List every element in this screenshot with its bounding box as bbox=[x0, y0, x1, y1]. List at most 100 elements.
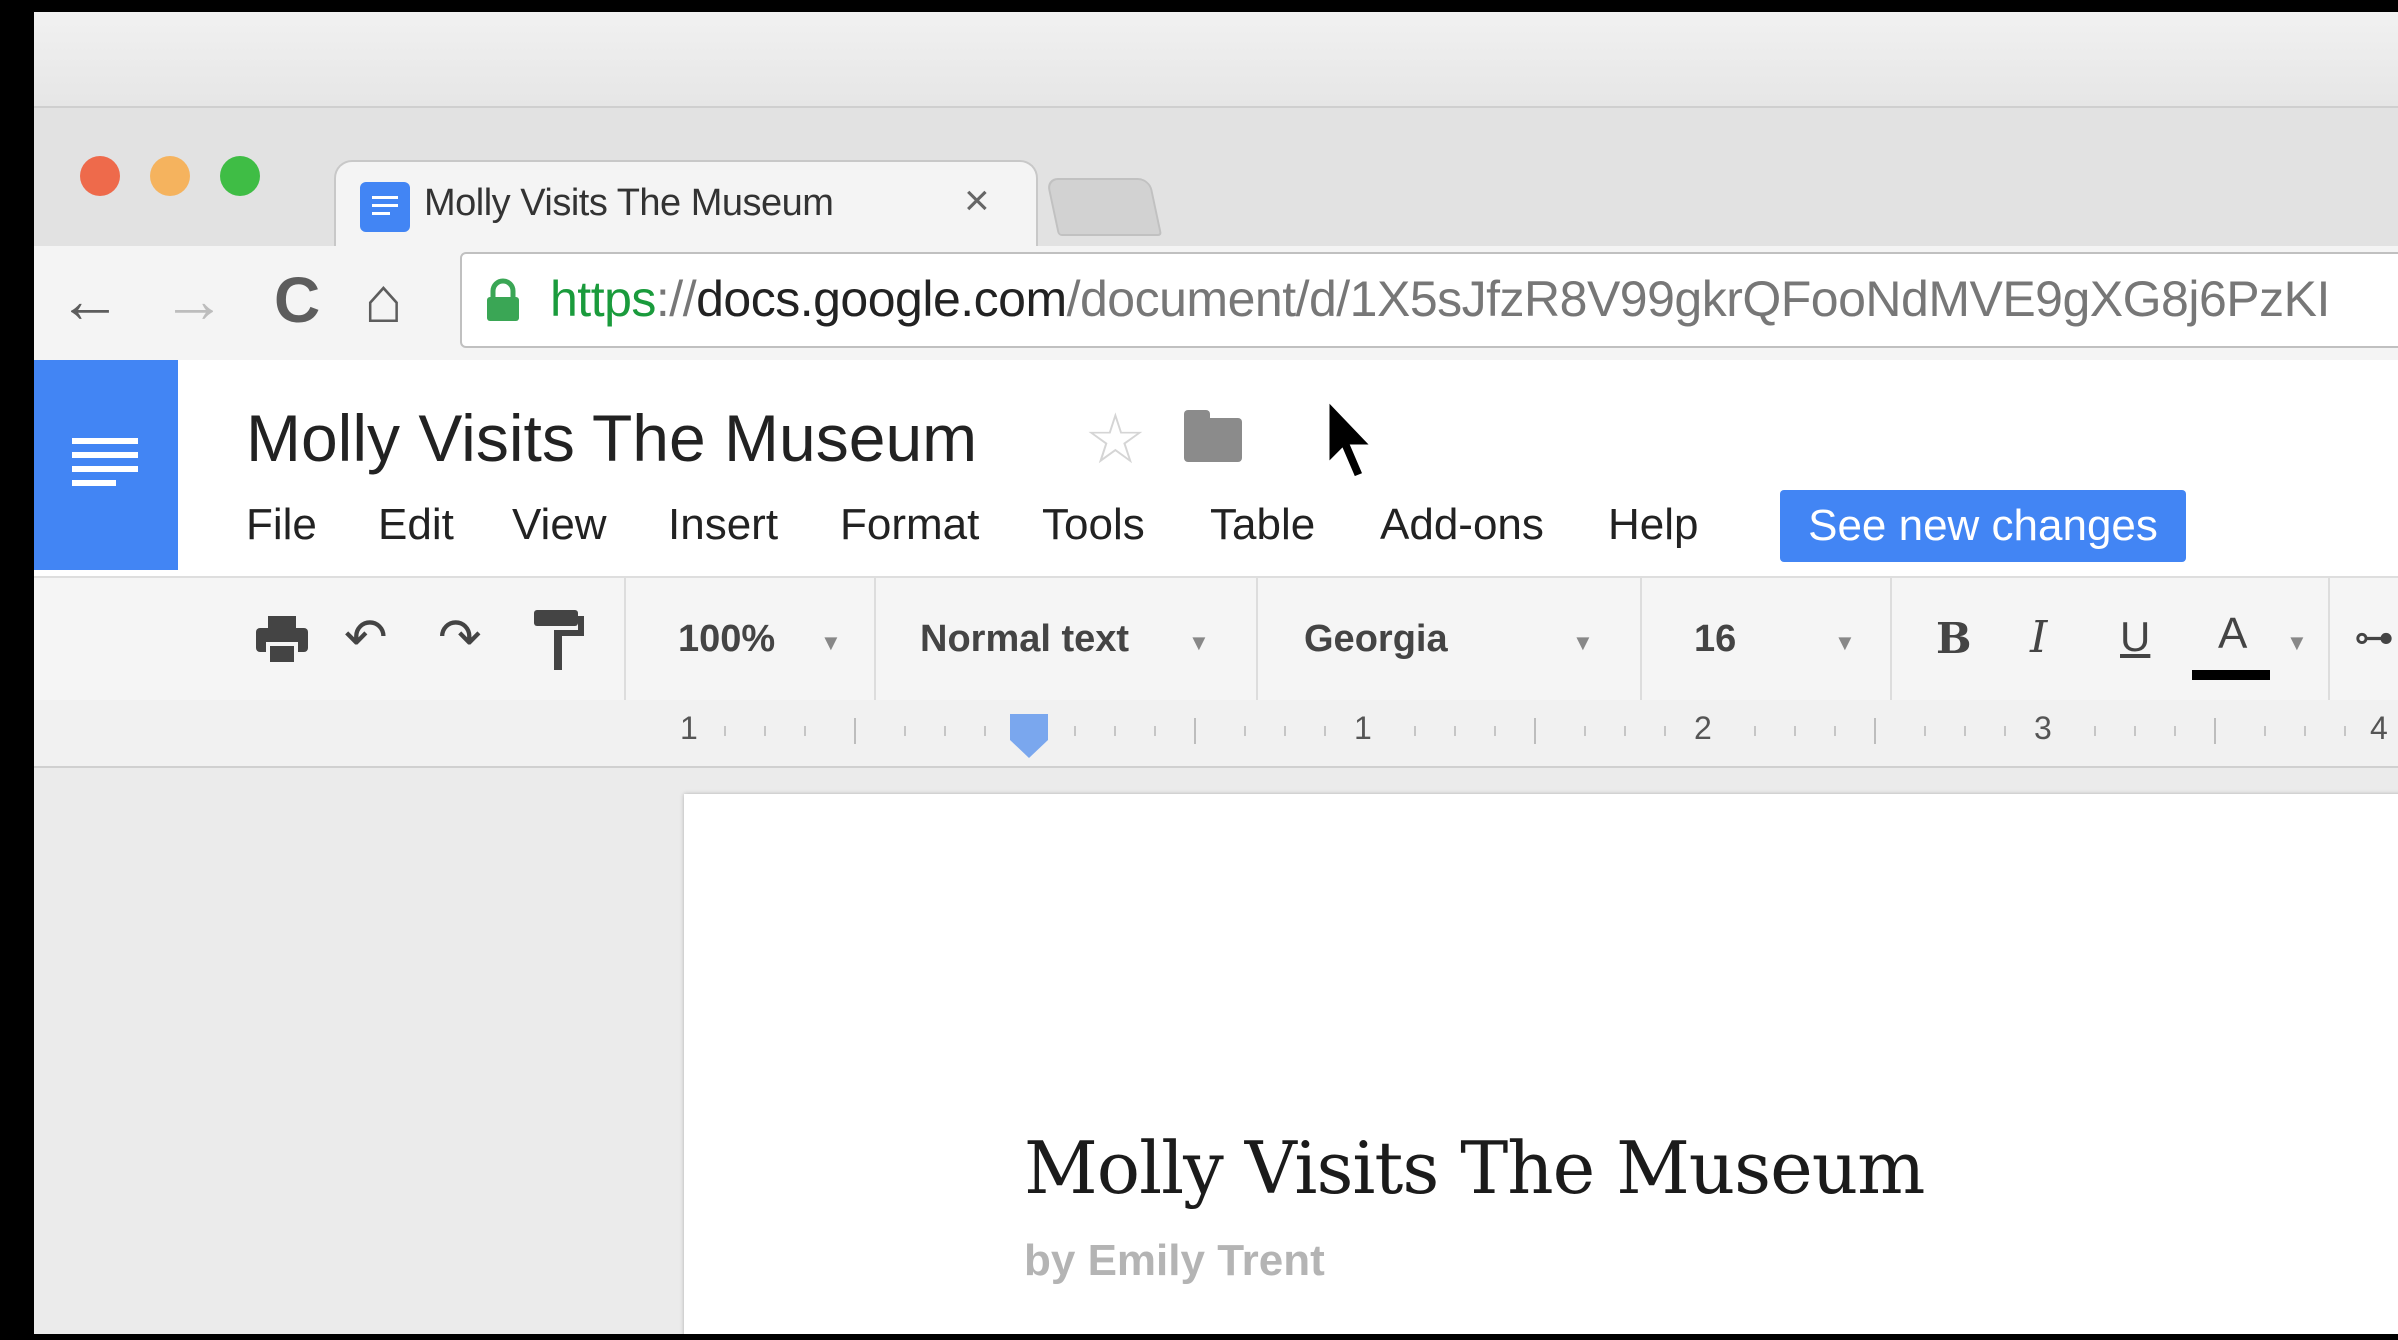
font-size-select[interactable]: 16 bbox=[1694, 618, 1736, 661]
ruler-tick bbox=[1964, 726, 1966, 736]
ruler-tick bbox=[1194, 718, 1196, 744]
ruler-tick bbox=[904, 726, 906, 736]
paint-format-icon[interactable] bbox=[530, 608, 586, 672]
back-icon[interactable]: ← bbox=[58, 268, 122, 332]
ruler-tick bbox=[2214, 718, 2216, 744]
lock-icon bbox=[487, 278, 519, 321]
docs-header: Molly Visits The Museum ☆ File Edit View… bbox=[34, 360, 2398, 580]
ruler-tick bbox=[2304, 726, 2306, 736]
indent-marker[interactable] bbox=[1010, 714, 1048, 758]
undo-icon[interactable]: ↶ bbox=[344, 612, 388, 664]
menu-help[interactable]: Help bbox=[1608, 500, 1699, 550]
menu-file[interactable]: File bbox=[246, 500, 317, 550]
document-page[interactable]: Molly Visits The Museum by Emily Trent bbox=[684, 794, 2398, 1334]
see-new-changes-button[interactable]: See new changes bbox=[1780, 490, 2186, 562]
menu-tools[interactable]: Tools bbox=[1042, 500, 1145, 550]
forward-icon[interactable]: → bbox=[162, 268, 226, 332]
url-separator: :// bbox=[655, 271, 697, 327]
formatting-toolbar: ↶ ↷ 100% ▼ Normal text ▼ Georgia ▼ 16 ▼ … bbox=[34, 576, 2398, 702]
url-scheme: https bbox=[550, 271, 656, 327]
ruler-tick bbox=[1244, 726, 1246, 736]
ruler-tick bbox=[804, 726, 806, 736]
browser-tab[interactable]: Molly Visits The Museum × bbox=[334, 160, 1038, 246]
toolbar-separator bbox=[1640, 578, 1642, 700]
docs-logo-icon[interactable] bbox=[34, 360, 178, 570]
reload-icon[interactable]: C bbox=[274, 268, 320, 332]
ruler-tick bbox=[984, 726, 986, 736]
toolbar-separator bbox=[624, 578, 626, 700]
italic-button[interactable]: I bbox=[2030, 616, 2047, 660]
menu-format[interactable]: Format bbox=[840, 500, 979, 550]
home-icon[interactable]: ⌂ bbox=[364, 268, 403, 332]
font-select[interactable]: Georgia bbox=[1304, 618, 1448, 661]
zoom-caret-icon: ▼ bbox=[820, 630, 842, 655]
url-path: /document/d/1X5sJfzR8V99gkrQFooNdMVE9gXG… bbox=[1066, 271, 2331, 327]
ruler-tick bbox=[764, 726, 766, 736]
underline-button[interactable]: U bbox=[2120, 616, 2150, 658]
ruler-number: 2 bbox=[1694, 710, 1712, 746]
toolbar-separator bbox=[1256, 578, 1258, 700]
toolbar-separator bbox=[874, 578, 876, 700]
print-icon[interactable] bbox=[254, 614, 310, 666]
ruler-number: 1 bbox=[1354, 710, 1372, 746]
ruler-tick bbox=[1664, 726, 1666, 736]
ruler-tick bbox=[1794, 726, 1796, 736]
tab-close-icon[interactable]: × bbox=[964, 176, 990, 226]
url-host: docs.google.com bbox=[696, 271, 1067, 327]
menu-table[interactable]: Table bbox=[1210, 500, 1315, 550]
style-caret-icon: ▼ bbox=[1188, 630, 1210, 655]
link-icon[interactable]: ⊶ bbox=[2354, 618, 2394, 658]
ruler-tick bbox=[1284, 726, 1286, 736]
font-size-caret-icon: ▼ bbox=[1834, 630, 1856, 655]
maximize-window-button[interactable] bbox=[220, 156, 260, 196]
ruler-tick bbox=[2134, 726, 2136, 736]
mouse-cursor-icon bbox=[1326, 398, 1376, 480]
ruler-tick bbox=[1584, 726, 1586, 736]
url-text: https://docs.google.com/document/d/1X5sJ… bbox=[550, 270, 2330, 328]
toolbar-separator bbox=[1890, 578, 1892, 700]
star-icon[interactable]: ☆ bbox=[1084, 398, 1147, 480]
text-color-caret-icon: ▼ bbox=[2286, 630, 2308, 655]
ruler-tick bbox=[2174, 726, 2176, 736]
document-byline[interactable]: by Emily Trent bbox=[1024, 1236, 1325, 1286]
menu-add-ons[interactable]: Add-ons bbox=[1380, 500, 1544, 550]
ruler-tick bbox=[724, 726, 726, 736]
ruler-tick bbox=[1834, 726, 1836, 736]
ruler-tick bbox=[1414, 726, 1416, 736]
document-title[interactable]: Molly Visits The Museum bbox=[246, 400, 977, 476]
folder-icon[interactable] bbox=[1184, 410, 1242, 462]
document-canvas: Molly Visits The Museum by Emily Trent bbox=[34, 768, 2398, 1334]
title-strip bbox=[34, 12, 2398, 106]
docs-favicon-icon bbox=[360, 182, 410, 232]
zoom-select[interactable]: 100% bbox=[678, 618, 775, 661]
menu-insert[interactable]: Insert bbox=[668, 500, 778, 550]
ruler-tick bbox=[1454, 726, 1456, 736]
tab-title: Molly Visits The Museum bbox=[424, 182, 834, 224]
ruler-tick bbox=[1324, 726, 1326, 736]
ruler-tick bbox=[1114, 726, 1116, 736]
navigation-toolbar: ← → C ⌂ https://docs.google.com/document… bbox=[34, 246, 2398, 368]
menu-view[interactable]: View bbox=[512, 500, 607, 550]
bold-button[interactable]: B bbox=[1936, 618, 1972, 660]
ruler[interactable]: 1 1 2 3 4 bbox=[34, 700, 2398, 768]
toolbar-separator bbox=[2328, 578, 2330, 700]
ruler-tick bbox=[2264, 726, 2266, 736]
browser-chrome: Molly Visits The Museum × ← → C ⌂ https:… bbox=[34, 106, 2398, 370]
ruler-tick bbox=[1754, 726, 1756, 736]
menu-edit[interactable]: Edit bbox=[378, 500, 454, 550]
ruler-tick bbox=[1534, 718, 1536, 744]
ruler-tick bbox=[1924, 726, 1926, 736]
minimize-window-button[interactable] bbox=[150, 156, 190, 196]
address-bar[interactable]: https://docs.google.com/document/d/1X5sJ… bbox=[460, 252, 2398, 348]
document-heading[interactable]: Molly Visits The Museum bbox=[1024, 1126, 1925, 1210]
ruler-tick bbox=[1874, 718, 1876, 744]
ruler-number: 4 bbox=[2370, 710, 2388, 746]
redo-icon[interactable]: ↷ bbox=[438, 612, 482, 664]
ruler-tick bbox=[1494, 726, 1496, 736]
font-caret-icon: ▼ bbox=[1572, 630, 1594, 655]
ruler-tick bbox=[2094, 726, 2096, 736]
text-color-button[interactable]: A bbox=[2218, 612, 2247, 656]
style-select[interactable]: Normal text bbox=[920, 618, 1129, 661]
new-tab-button[interactable] bbox=[1045, 178, 1163, 236]
close-window-button[interactable] bbox=[80, 156, 120, 196]
